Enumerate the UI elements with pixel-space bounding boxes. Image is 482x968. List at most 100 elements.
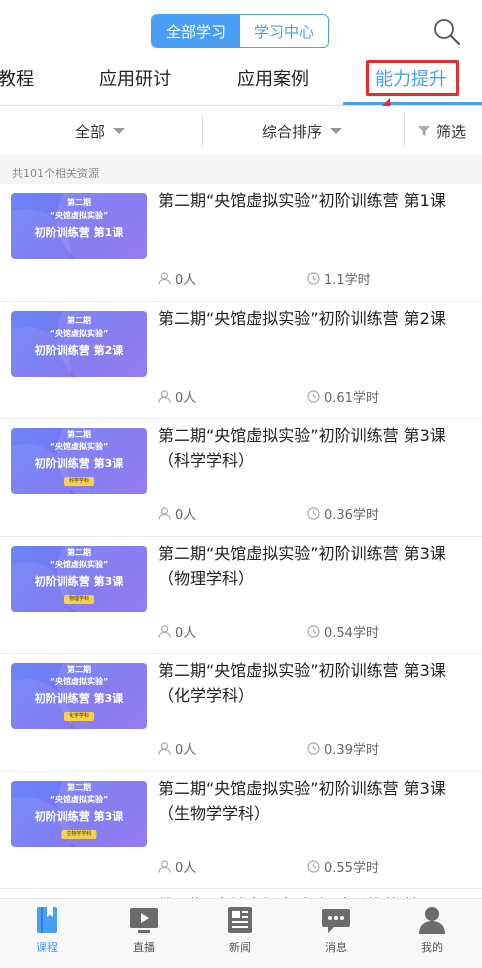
course-title[interactable]: 第二期“央馆虚拟实验”初阶训练营 第3课 （化学学科） [158,658,468,708]
learner-count-text: 0人 [175,508,197,523]
person-icon [158,507,171,520]
course-thumbnail: 第二期 “央馆虚拟实验” 初阶训练营 第3课 化学学科 [11,663,147,729]
divider [404,114,405,148]
chat-bubble-icon [322,909,350,933]
nav-courses[interactable]: 课程 [17,905,77,955]
thumb-line1: 第二期 [67,782,91,792]
clock-icon [307,742,320,755]
learner-count-text: 0人 [175,743,197,758]
nav-news[interactable]: 新闻 [210,905,270,955]
thumb-line2: “央馆虚拟实验” [49,677,109,686]
video-play-icon [130,908,158,933]
course-thumbnail: 第二期 “央馆虚拟实验” 初阶训练营 第3课科学学科 [11,428,147,494]
nav-label: 我的 [421,941,443,954]
filter-button[interactable]: 筛选 [418,106,466,156]
study-hours: 0.55学时 [307,857,379,876]
clock-icon [307,272,320,285]
filter-all-dropdown[interactable]: 全部 [75,106,126,156]
thumb-main: 初阶训练营 第3课 [34,457,124,470]
clock-icon [307,389,320,403]
study-hours-text: 0.39学时 [324,743,379,758]
list-item[interactable]: 第二期 “央馆虚拟实验” 初阶训练营 第3课 生物学学科 第二期“央馆虚拟实验”初阶训练… [0,771,482,889]
person-icon [158,624,171,638]
nav-live[interactable]: 直播 [114,905,174,955]
learner-count-text: 0人 [175,390,197,406]
course-title[interactable]: 第二期“央馆虚拟实验”初阶训练营 第3课 （物理学科） [158,541,468,591]
result-count: 共101个相关资源 [12,167,99,180]
segment-all-learning[interactable]: 全部学习 [152,15,240,47]
thumb-main: 初阶训练营 第3课 [34,809,124,823]
course-list: 第二期 “央馆虚拟实验” 初阶训练营 第1课 第二期“央馆虚拟实验”初阶训练营 第1课… [0,184,482,968]
nav-profile[interactable]: 我的 [402,905,462,955]
sort-dropdown[interactable]: 综合排序 [262,106,343,156]
thumb-main: 初阶训练营 第2课 [34,343,124,357]
nav-label: 消息 [325,941,347,954]
learner-count: 0人 [158,504,196,523]
course-title[interactable]: 第二期“央馆虚拟实验”初阶训练营 第3课 （科学学科） [158,423,468,473]
divider [202,114,203,148]
tab-application-cases[interactable]: 应用案例 [237,58,309,104]
nav-label: 新闻 [229,941,251,954]
study-hours: 0.36学时 [307,504,379,523]
thumb-subject-tag: 物理学科 [63,594,95,604]
learner-count-text: 0人 [175,273,197,288]
course-thumbnail: 第二期 “央馆虚拟实验” 初阶训练营 第3课 物理学科 [11,545,147,612]
course-thumbnail: 第二期 “央馆虚拟实验” 初阶训练营 第2课 [11,310,147,377]
course-thumbnail: 第二期 “央馆虚拟实验” 初阶训练营 第3课 生物学学科 [11,780,147,847]
clock-icon [307,859,320,873]
bottom-navigation: 课程 直播 新闻 消息 我的 [0,898,482,968]
thumb-line1: 第二期 [67,430,91,439]
list-item[interactable]: 第二期 “央馆虚拟实验” 初阶训练营 第3课 科学学科 第二期“央馆虚拟实验”初阶训练营… [0,419,482,537]
search-icon[interactable] [432,17,462,47]
study-hours-text: 0.54学时 [324,625,379,641]
filter-all-label: 全部 [75,122,106,141]
course-thumbnail: 第二期 “央馆虚拟实验” 初阶训练营 第1课 [11,193,147,259]
course-title[interactable]: 第二期“央馆虚拟实验”初阶训练营 第1课 [158,188,468,213]
caret-down-icon [113,128,126,134]
person-icon [158,389,171,403]
sort-label: 综合排序 [262,122,323,141]
tab-tutorial[interactable]: 教程 [0,58,34,104]
filter-label: 筛选 [436,122,467,141]
thumb-line2: “央馆虚拟实验” [49,442,109,451]
course-title[interactable]: 第二期“央馆虚拟实验”初阶训练营 第3课 （生物学学科） [158,776,468,826]
learner-count: 0人 [158,387,196,406]
nav-label: 直播 [133,941,155,954]
person-icon [158,272,171,285]
nav-label: 课程 [36,941,58,954]
book-icon [37,907,57,933]
learner-count: 0人 [158,622,196,641]
thumb-line2: “央馆虚拟实验” [49,328,109,338]
clock-icon [307,624,320,638]
funnel-icon [418,126,430,136]
list-item[interactable]: 第二期 “央馆虚拟实验” 初阶训练营 第3课 化学学科 第二期“央馆虚拟实验”初阶训练营… [0,654,482,772]
segment-learning-center[interactable]: 学习中心 [240,15,328,47]
learner-count-text: 0人 [175,625,197,641]
study-hours-text: 0.55学时 [324,860,379,876]
thumb-main: 初阶训练营 第3课 [34,574,124,588]
thumb-main: 初阶训练营 第1课 [34,226,124,239]
list-item[interactable]: 第二期 “央馆虚拟实验” 初阶训练营 第2课 第二期“央馆虚拟实验”初阶训练营 第2课… [0,301,482,419]
thumb-line1: 第二期 [67,547,91,557]
user-icon [419,907,445,934]
course-title[interactable]: 第二期“央馆虚拟实验”初阶训练营 第2课 [158,306,468,331]
tab-application-seminar[interactable]: 应用研讨 [99,58,171,104]
study-hours-text: 1.1学时 [324,273,371,288]
app-screen: 全部学习 学习中心 教程 应用研讨 应用案例 能力提升 全部 综合排序 筛选 共… [0,0,482,968]
result-count-bar: 共101个相关资源 [0,156,482,184]
person-icon [158,742,171,755]
learner-count-text: 0人 [175,860,197,876]
learning-segment-control: 全部学习 学习中心 [151,14,329,48]
study-hours-text: 0.61学时 [324,390,379,406]
nav-messages[interactable]: 消息 [306,905,366,955]
list-item[interactable]: 第二期 “央馆虚拟实验” 初阶训练营 第3课 物理学科 第二期“央馆虚拟实验”初阶训练营… [0,536,482,654]
newspaper-icon [228,907,252,933]
study-hours: 0.61学时 [307,387,379,406]
thumb-line1: 第二期 [67,198,91,207]
list-item[interactable]: 第二期 “央馆虚拟实验” 初阶训练营 第1课 第二期“央馆虚拟实验”初阶训练营 第1课… [0,184,482,302]
thumb-subject-tag: 科学学科 [63,477,95,486]
thumb-main: 初阶训练营 第3课 [34,692,124,705]
study-hours: 1.1学时 [307,269,371,288]
top-header: 全部学习 学习中心 [0,0,482,58]
clock-icon [307,507,320,520]
